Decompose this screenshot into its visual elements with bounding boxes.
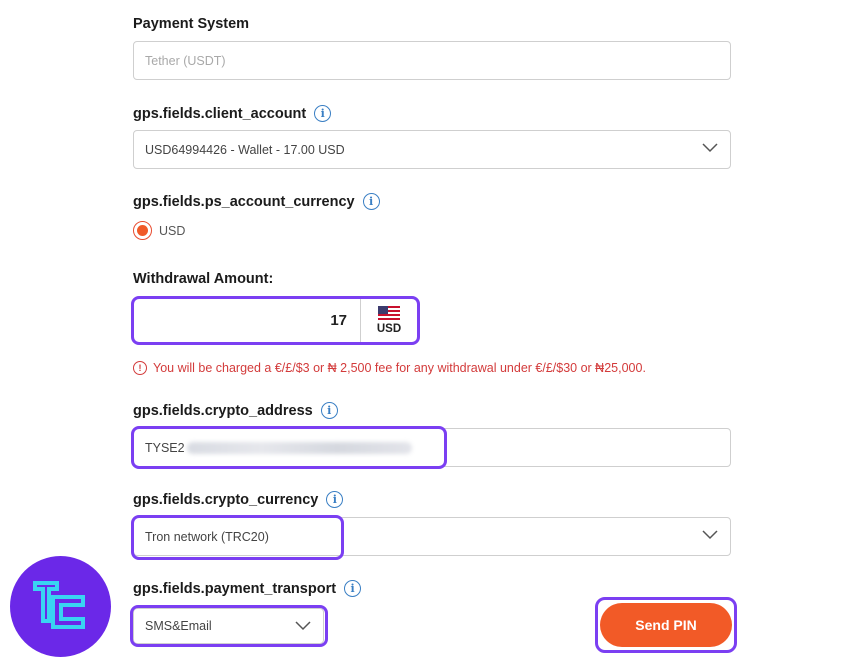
fee-warning-text: You will be charged a €/£/$3 or ₦ 2,500 … <box>153 361 646 375</box>
currency-radio-label: USD <box>159 223 186 238</box>
info-icon[interactable]: i <box>362 193 380 210</box>
info-icon[interactable]: i <box>320 402 338 419</box>
withdrawal-amount-input[interactable]: 17 <box>134 299 361 342</box>
info-icon[interactable]: i <box>344 580 362 597</box>
radio-button-selected[interactable] <box>133 221 152 240</box>
crypto-address-value: TYSE2 <box>145 440 185 455</box>
tc-logo-icon <box>32 580 85 629</box>
crypto-address-label-text: gps.fields.crypto_address <box>133 402 313 419</box>
chevron-down-icon <box>295 621 311 631</box>
currency-radio-option[interactable]: USD <box>133 221 185 240</box>
payment-transport-label-text: gps.fields.payment_transport <box>133 580 337 597</box>
brand-logo <box>10 556 111 657</box>
warning-icon: ! <box>133 361 147 375</box>
withdrawal-amount-group: 17 USD <box>131 296 420 345</box>
ps-account-currency-label-text: gps.fields.ps_account_currency <box>133 193 355 210</box>
withdrawal-amount-label-text: Withdrawal Amount: <box>133 271 274 287</box>
payment-system-value: Tether (USDT) <box>145 53 226 68</box>
crypto-address-label: gps.fields.crypto_address i <box>133 402 338 419</box>
crypto-currency-value: Tron network (TRC20) <box>145 529 269 544</box>
currency-code: USD <box>376 323 402 335</box>
client-account-select[interactable]: USD64994426 - Wallet - 17.00 USD <box>133 130 731 169</box>
payment-system-label: Payment System <box>133 16 249 32</box>
chevron-down-icon <box>702 530 718 540</box>
crypto-currency-label: gps.fields.crypto_currency i <box>133 491 344 508</box>
info-icon[interactable]: i <box>314 105 332 122</box>
blurred-address <box>186 441 412 454</box>
fee-warning: ! You will be charged a €/£/$3 or ₦ 2,50… <box>133 361 646 375</box>
currency-indicator: USD <box>361 299 417 342</box>
client-account-label: gps.fields.client_account i <box>133 105 332 122</box>
ps-account-currency-label: gps.fields.ps_account_currency i <box>133 193 380 210</box>
withdrawal-amount-value: 17 <box>330 312 347 329</box>
withdrawal-amount-label: Withdrawal Amount: <box>133 271 273 287</box>
payment-transport-label: gps.fields.payment_transport i <box>133 580 362 597</box>
client-account-value: USD64994426 - Wallet - 17.00 USD <box>145 142 345 157</box>
crypto-currency-label-text: gps.fields.crypto_currency <box>133 491 319 508</box>
payment-transport-value: SMS&Email <box>145 619 212 633</box>
us-flag-icon <box>378 306 400 320</box>
info-icon[interactable]: i <box>326 491 344 508</box>
payment-system-field: Tether (USDT) <box>133 41 731 80</box>
payment-system-label-text: Payment System <box>133 16 250 32</box>
crypto-currency-select[interactable]: Tron network (TRC20) <box>133 517 731 556</box>
client-account-label-text: gps.fields.client_account <box>133 105 307 122</box>
crypto-address-input[interactable]: TYSE2 <box>133 428 731 467</box>
payment-transport-select[interactable]: SMS&Email <box>133 608 324 644</box>
chevron-down-icon <box>702 143 718 153</box>
send-pin-button[interactable]: Send PIN <box>600 603 732 647</box>
